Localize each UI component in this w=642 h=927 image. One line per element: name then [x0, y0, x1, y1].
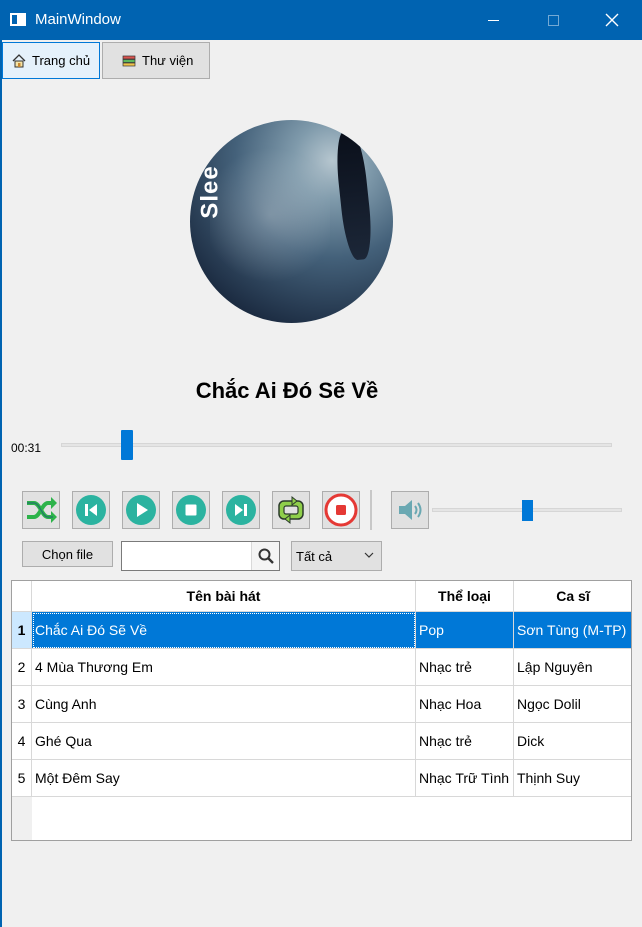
title-bar: MainWindow: [0, 0, 642, 40]
play-icon: [126, 495, 156, 525]
album-art-disc: Slee: [190, 120, 393, 323]
repeat-icon: [278, 495, 304, 525]
genre-cell[interactable]: Pop: [416, 612, 514, 649]
table-corner-button[interactable]: [12, 581, 32, 612]
maximize-icon: [547, 14, 559, 26]
repeat-button[interactable]: [272, 491, 310, 529]
column-header-genre[interactable]: Thể loại: [416, 581, 514, 612]
album-art-text: Slee: [196, 165, 224, 219]
next-button[interactable]: [222, 491, 260, 529]
current-time: 00:31: [11, 441, 42, 455]
library-icon: [121, 53, 137, 69]
table-row[interactable]: 3 Cùng Anh Nhạc Hoa Ngọc Dolil: [12, 686, 631, 723]
minimize-icon: [487, 19, 499, 21]
genre-cell[interactable]: Nhạc trẻ: [416, 723, 514, 760]
record-icon: [324, 493, 358, 527]
song-title-cell[interactable]: Ghé Qua: [32, 723, 416, 760]
genre-filter-select[interactable]: Tất cả: [291, 541, 382, 571]
speaker-icon: [399, 500, 422, 520]
row-number[interactable]: 4: [12, 723, 32, 760]
artist-cell[interactable]: Sơn Tùng (M-TP): [514, 612, 631, 649]
record-button[interactable]: [322, 491, 360, 529]
row-number[interactable]: 3: [12, 686, 32, 723]
artist-cell[interactable]: Lập Nguyên: [514, 649, 631, 686]
close-button[interactable]: [589, 0, 635, 40]
artist-cell[interactable]: Ngọc Dolil: [514, 686, 631, 723]
seek-slider-track[interactable]: [61, 443, 612, 447]
genre-cell[interactable]: Nhạc Hoa: [416, 686, 514, 723]
home-icon: [11, 53, 27, 69]
album-art-glow: [210, 140, 330, 290]
previous-icon: [76, 495, 106, 525]
table-row[interactable]: 1 Chắc Ai Đó Sẽ Về Pop Sơn Tùng (M-TP): [12, 612, 631, 649]
song-title-cell[interactable]: Một Đêm Say: [32, 760, 416, 797]
play-button[interactable]: [122, 491, 160, 529]
seek-slider-handle[interactable]: [121, 430, 134, 460]
song-table[interactable]: Tên bài hát Thể loại Ca sĩ 1 Chắc Ai Đó …: [11, 580, 632, 841]
search-field: [121, 541, 280, 571]
artist-cell[interactable]: Thịnh Suy: [514, 760, 631, 797]
song-title-cell[interactable]: Cùng Anh: [32, 686, 416, 723]
choose-file-button[interactable]: Chọn file: [22, 541, 113, 567]
close-icon: [605, 13, 619, 27]
next-icon: [226, 495, 256, 525]
column-header-title[interactable]: Tên bài hát: [32, 581, 416, 612]
table-row[interactable]: 4 Ghé Qua Nhạc trẻ Dick: [12, 723, 631, 760]
table-row[interactable]: 5 Một Đêm Say Nhạc Trữ Tình Thịnh Suy: [12, 760, 631, 797]
search-icon: [258, 548, 274, 564]
genre-filter-value: Tất cả: [296, 549, 333, 564]
now-playing-title: Chắc Ai Đó Sẽ Về: [195, 378, 379, 403]
genre-cell[interactable]: Nhạc Trữ Tình: [416, 760, 514, 797]
volume-button[interactable]: [391, 491, 429, 529]
shuffle-button[interactable]: [22, 491, 60, 529]
song-title-cell[interactable]: Chắc Ai Đó Sẽ Về: [32, 612, 416, 649]
volume-slider-handle[interactable]: [522, 500, 533, 521]
stop-button[interactable]: [172, 491, 210, 529]
column-header-artist[interactable]: Ca sĩ: [514, 581, 631, 612]
stop-icon: [176, 495, 206, 525]
window-title: MainWindow: [35, 11, 121, 28]
chevron-down-icon: [364, 552, 374, 558]
row-number[interactable]: 5: [12, 760, 32, 797]
row-number[interactable]: 2: [12, 649, 32, 686]
search-button[interactable]: [251, 542, 279, 570]
maximize-button[interactable]: [530, 0, 576, 40]
minimize-button[interactable]: [470, 0, 516, 40]
controls-divider: [370, 490, 372, 530]
song-title-cell[interactable]: 4 Mùa Thương Em: [32, 649, 416, 686]
table-row[interactable]: 2 4 Mùa Thương Em Nhạc trẻ Lập Nguyên: [12, 649, 631, 686]
window-app-icon: [10, 13, 26, 26]
previous-button[interactable]: [72, 491, 110, 529]
tab-library[interactable]: Thư viện: [102, 42, 210, 79]
row-number[interactable]: 1: [12, 612, 32, 649]
tab-home[interactable]: Trang chủ: [2, 42, 100, 79]
tab-home-label: Trang chủ: [32, 53, 91, 68]
shuffle-icon: [27, 497, 57, 523]
tab-library-label: Thư viện: [142, 53, 194, 68]
artist-cell[interactable]: Dick: [514, 723, 631, 760]
genre-cell[interactable]: Nhạc trẻ: [416, 649, 514, 686]
search-input[interactable]: [124, 544, 250, 568]
